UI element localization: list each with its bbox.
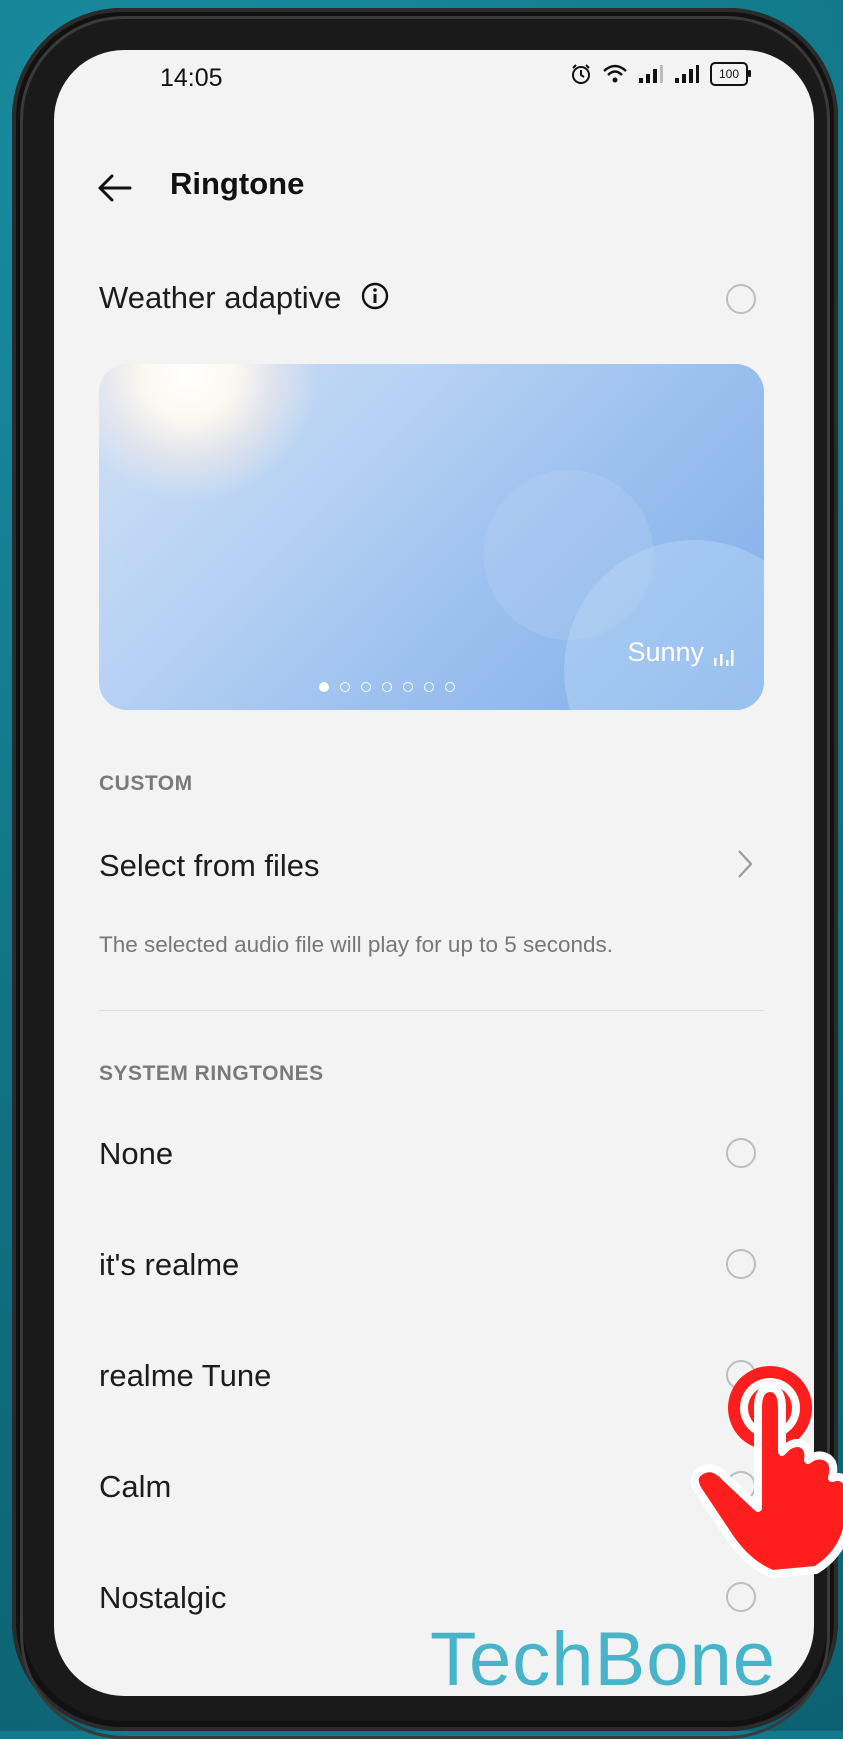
status-bar: 14:05 100 [54, 50, 814, 120]
page-dot[interactable] [382, 682, 392, 692]
select-from-files-label: Select from files [99, 848, 320, 883]
page-dot[interactable] [340, 682, 350, 692]
ringtone-label: realme Tune [99, 1358, 272, 1393]
select-from-files-row[interactable]: Select from files [99, 848, 761, 898]
status-time: 14:05 [160, 64, 223, 92]
sun-glow [99, 364, 319, 504]
page-title: Ringtone [170, 166, 305, 201]
page-dot[interactable] [424, 682, 434, 692]
signal-icon-2 [675, 65, 699, 83]
page-dot-active[interactable] [319, 682, 329, 692]
wifi-icon [603, 64, 627, 83]
audio-note: The selected audio file will play for up… [99, 932, 614, 957]
ringtone-label: None [99, 1136, 174, 1171]
system-ringtones-header: SYSTEM RINGTONES [99, 1062, 324, 1085]
page-indicator [319, 682, 455, 692]
ringtone-label: Nostalgic [99, 1580, 227, 1615]
battery-icon: 100 [710, 62, 751, 86]
info-icon[interactable] [360, 281, 390, 311]
watermark: TechBone [430, 1617, 777, 1696]
battery-level: 100 [718, 67, 740, 81]
divider [99, 1010, 764, 1011]
page-dot[interactable] [403, 682, 413, 692]
custom-section-header: CUSTOM [99, 772, 193, 795]
audio-bars-icon [714, 650, 734, 666]
chevron-right-icon [738, 850, 753, 878]
ringtone-label: it's realme [99, 1247, 240, 1282]
ringtone-radio[interactable] [726, 1249, 756, 1279]
weather-label: Sunny [627, 637, 734, 668]
ringtone-label: Calm [99, 1469, 172, 1504]
page-dot[interactable] [445, 682, 455, 692]
status-icons: 100 [570, 62, 751, 86]
bokeh-light [484, 470, 654, 640]
ringtone-row-its-realme[interactable]: it's realme [99, 1247, 761, 1307]
weather-adaptive-row[interactable]: Weather adaptive [99, 280, 761, 340]
ringtone-radio[interactable] [726, 1582, 756, 1612]
weather-adaptive-radio[interactable] [726, 284, 756, 314]
tap-hand-icon [690, 1366, 843, 1578]
ringtone-radio[interactable] [726, 1138, 756, 1168]
weather-banner[interactable]: Sunny [99, 364, 764, 710]
back-arrow-icon[interactable] [94, 168, 134, 208]
alarm-icon [572, 64, 590, 84]
page-header: Ringtone [54, 158, 814, 228]
ringtone-row-none[interactable]: None [99, 1136, 761, 1196]
weather-name: Sunny [627, 637, 704, 667]
signal-icon-1 [639, 65, 663, 83]
page-dot[interactable] [361, 682, 371, 692]
weather-adaptive-label: Weather adaptive [99, 280, 342, 315]
